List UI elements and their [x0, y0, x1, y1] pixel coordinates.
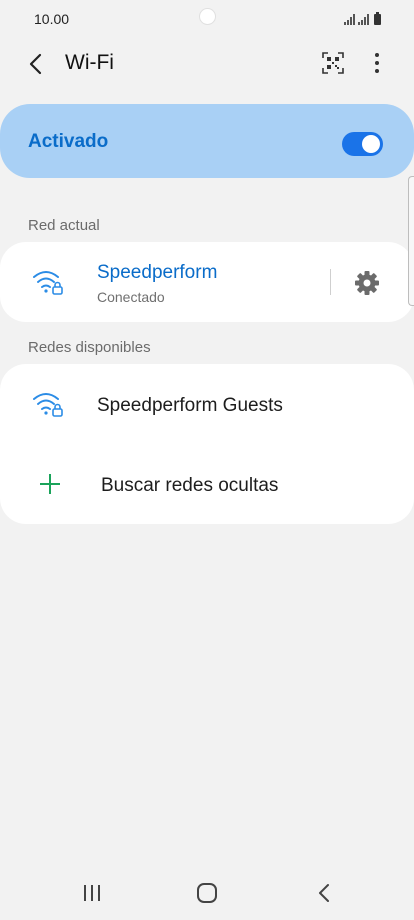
status-time: 10.00	[34, 11, 70, 27]
wifi-lock-icon	[33, 393, 63, 417]
plus-icon	[40, 474, 60, 494]
signal-icon-2	[358, 14, 369, 25]
network-name: Speedperform Guests	[97, 395, 283, 416]
status-bar: 10.00	[0, 0, 414, 40]
back-icon	[319, 884, 329, 902]
wifi-toggle-label: Activado	[28, 131, 109, 152]
current-network-status: Conectado	[97, 289, 165, 305]
wifi-lock-icon	[33, 271, 63, 295]
find-hidden-networks-label: Buscar redes ocultas	[101, 475, 279, 496]
section-label-current: Red actual	[28, 217, 100, 234]
chevron-left-icon	[29, 53, 42, 75]
status-icons	[344, 12, 381, 25]
home-icon	[197, 883, 217, 903]
app-header: Wi-Fi	[0, 40, 414, 88]
front-camera	[199, 8, 216, 25]
section-label-available: Redes disponibles	[28, 339, 151, 356]
current-network-card: Speedperform Conectado	[0, 242, 414, 322]
recents-icon	[84, 885, 100, 901]
back-button[interactable]	[22, 50, 50, 78]
recents-button[interactable]	[77, 878, 107, 908]
qr-scanner-icon	[322, 52, 344, 74]
gear-icon	[355, 271, 379, 295]
home-button[interactable]	[192, 878, 222, 908]
switch-knob	[362, 135, 380, 153]
divider	[330, 269, 331, 295]
signal-icon	[344, 14, 355, 25]
nav-back-button[interactable]	[309, 878, 339, 908]
screen: 10.00 Wi-Fi Activado Red actual Speedper…	[0, 0, 414, 920]
scrollbar[interactable]	[408, 176, 414, 306]
page-title: Wi-Fi	[65, 51, 114, 74]
qr-scan-button[interactable]	[320, 50, 346, 76]
current-network-item[interactable]: Speedperform Conectado	[0, 242, 320, 322]
more-options-button[interactable]	[364, 50, 390, 76]
find-hidden-networks-button[interactable]: Buscar redes ocultas	[0, 444, 414, 524]
wifi-switch[interactable]	[342, 132, 383, 156]
wifi-toggle-card[interactable]: Activado	[0, 104, 414, 178]
navigation-bar	[0, 864, 414, 920]
more-vertical-icon	[375, 53, 379, 73]
network-settings-button[interactable]	[352, 268, 382, 298]
battery-icon	[374, 12, 381, 25]
current-network-name: Speedperform	[97, 262, 218, 283]
available-networks-card: Speedperform Guests Buscar redes ocultas	[0, 364, 414, 524]
network-item-speedperform-guests[interactable]: Speedperform Guests	[0, 364, 414, 444]
